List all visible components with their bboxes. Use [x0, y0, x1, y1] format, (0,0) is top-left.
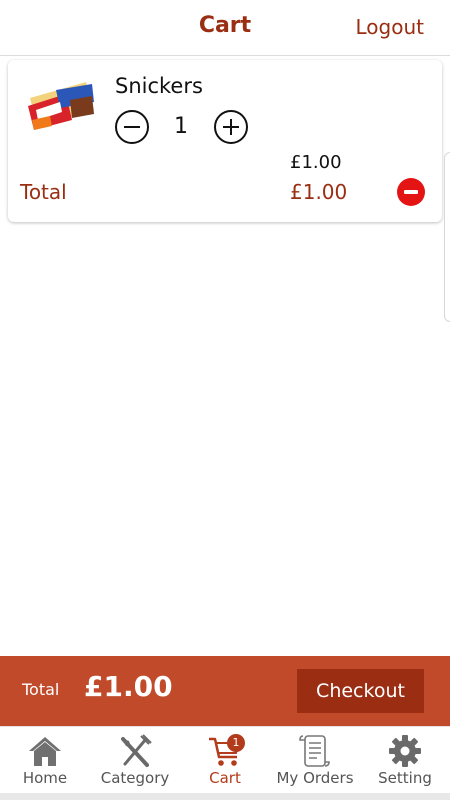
nav-label-my-orders: My Orders [276, 769, 354, 787]
checkout-button[interactable]: Checkout [297, 669, 424, 713]
nav-item-my-orders[interactable]: My Orders [270, 727, 360, 800]
item-total-label: Total [20, 180, 67, 204]
side-drawer-handle[interactable] [444, 152, 450, 322]
cart-total-amount: £1.00 [84, 670, 173, 703]
quantity-value: 1 [174, 114, 188, 139]
unit-price: £1.00 [290, 152, 342, 173]
nav-label-cart: Cart [209, 769, 241, 787]
increase-quantity-button[interactable] [214, 110, 248, 144]
cart-badge: 1 [227, 734, 245, 752]
nav-label-setting: Setting [378, 769, 432, 787]
nav-item-setting[interactable]: Setting [360, 727, 450, 800]
nav-item-category[interactable]: Category [90, 727, 180, 800]
app-header: Cart Logout [0, 0, 450, 56]
nav-label-category: Category [100, 769, 170, 787]
item-total-price: £1.00 [290, 180, 348, 204]
remove-item-button[interactable] [397, 178, 425, 206]
nav-item-cart[interactable]: 1 Cart [180, 727, 270, 800]
cart-total-label: Total [22, 680, 60, 699]
product-thumbnail [28, 82, 94, 130]
checkout-bar: Total £1.00 Checkout [0, 656, 450, 726]
nav-item-home[interactable]: Home [0, 727, 90, 800]
decrease-quantity-button[interactable] [115, 110, 149, 144]
receipt-scroll-icon [299, 735, 330, 767]
cart-item-card: Snickers 1 £1.00 Total £1.00 [8, 60, 442, 222]
fork-knife-icon [121, 734, 152, 767]
nav-label-home: Home [22, 769, 68, 787]
system-bottom-strip [0, 793, 450, 800]
item-name: Snickers [115, 74, 203, 98]
home-icon [29, 737, 61, 766]
bottom-navigation: Home Category 1 Cart My Orders Setting [0, 726, 450, 800]
gear-icon [389, 735, 421, 767]
logout-button[interactable]: Logout [356, 15, 424, 39]
